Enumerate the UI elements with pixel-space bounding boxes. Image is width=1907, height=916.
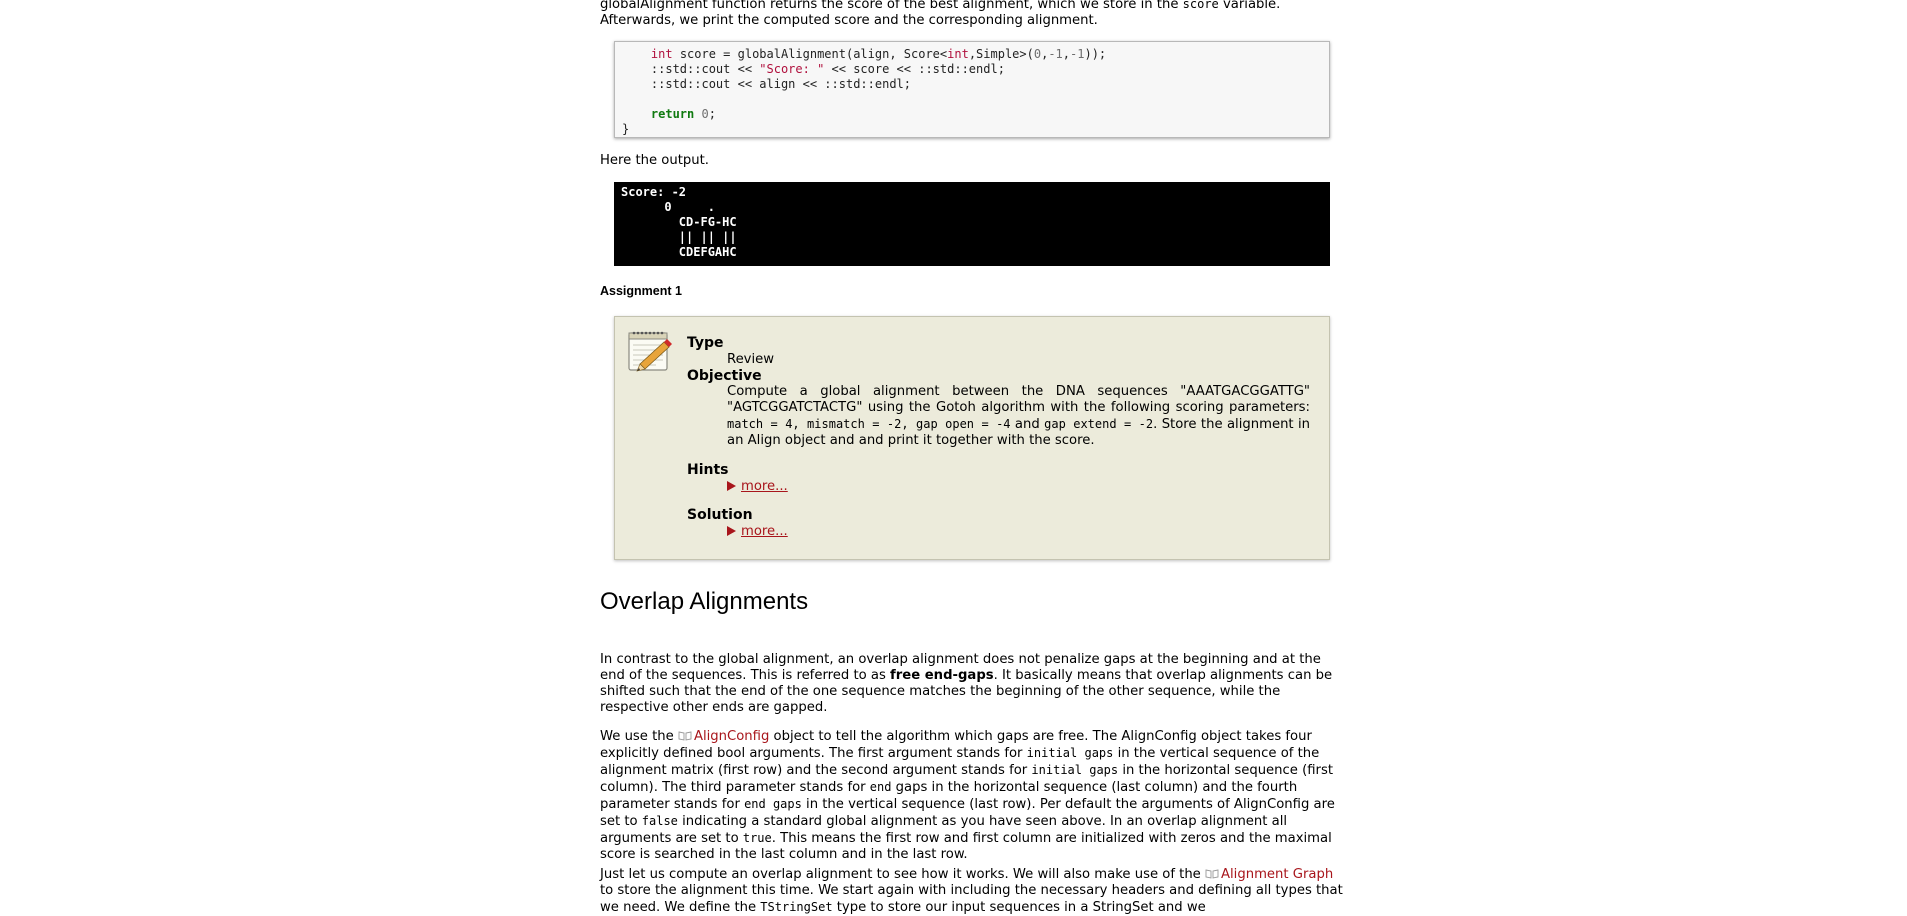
output-line: 0 . (621, 200, 715, 214)
code-text: << score << ::std::endl; (824, 62, 1005, 76)
output-line: CD-FG-HC (621, 215, 737, 229)
expand-triangle-icon (727, 526, 736, 536)
code-keyword: return (650, 107, 695, 121)
inline-code: true (742, 831, 772, 845)
objective-part: and (1010, 417, 1045, 432)
inline-code: end gaps (744, 797, 802, 811)
hints-label: Hints (687, 462, 729, 478)
expand-triangle-icon (727, 481, 736, 491)
assignment-box: Type Review Objective Compute a global a… (614, 316, 1330, 560)
inline-code: end (869, 780, 892, 794)
hints-more-text: more... (741, 479, 788, 494)
paragraph-text: Just let us compute an overlap alignment… (600, 867, 1205, 882)
code-text: ::std::cout << align << ::std::endl; (650, 77, 911, 91)
code-text: )); (1084, 47, 1107, 61)
section-heading: Overlap Alignments (600, 588, 809, 615)
intro-text: globalAlignment function returns the sco… (600, 0, 1183, 12)
solution-label: Solution (687, 507, 753, 523)
inline-code: false (641, 814, 678, 828)
output-line: CDEFGAHC (621, 245, 737, 259)
code-keyword: int (650, 47, 673, 61)
hints-more-link[interactable]: more... (727, 479, 788, 494)
paragraph-text: type to store our input sequences in a S… (832, 900, 1206, 915)
notepad-pencil-icon (628, 331, 672, 372)
inline-code: initial gaps (1031, 763, 1119, 777)
alignment-graph-link[interactable]: Alignment Graph (1205, 867, 1333, 882)
output-line: || || || (621, 230, 737, 244)
type-label: Type (687, 335, 724, 351)
book-icon (678, 731, 692, 741)
alignconfig-paragraph: We use the AlignConfig object to tell th… (600, 729, 1346, 863)
link-text: AlignConfig (693, 729, 770, 744)
objective-text: Compute a global alignment between the D… (727, 384, 1310, 449)
code-keyword: int (947, 47, 969, 61)
assignment-title: Assignment 1 (600, 284, 682, 298)
inline-code: gap extend = -2 (1044, 417, 1154, 431)
code-string: "Score: " (759, 62, 825, 76)
objective-label: Objective (687, 368, 762, 384)
output-block: Score: -2 0 . CD-FG-HC || || || CDEFGAHC (614, 182, 1330, 266)
link-text: Alignment Graph (1220, 867, 1334, 882)
type-value: Review (727, 352, 775, 367)
code-text: } (622, 122, 630, 136)
intro-text: Afterwards, we print the computed score … (600, 13, 1098, 28)
code-number: 0 (1033, 47, 1042, 61)
hints-content: more... (727, 479, 1310, 495)
solution-more-text: more... (741, 524, 788, 539)
book-icon (1205, 869, 1219, 879)
code-text: score = globalAlignment(align, Score< (672, 47, 948, 61)
inline-code: TStringSet (760, 900, 833, 914)
paragraph-text: We use the (600, 729, 678, 744)
code-number: -1 (1048, 47, 1063, 61)
overlap-intro-paragraph: In contrast to the global alignment, an … (600, 652, 1346, 716)
bold-term: free end-gaps (890, 668, 994, 683)
code-text: ::std::cout << (650, 62, 760, 76)
intro-text: variable. (1218, 0, 1281, 12)
code-text: ; (708, 107, 716, 121)
alignconfig-link[interactable]: AlignConfig (678, 729, 769, 744)
code-text: , (1062, 47, 1071, 61)
code-text: ,Simple>( (968, 47, 1034, 61)
code-number: 0 (701, 107, 709, 121)
code-block: int score = globalAlignment(align, Score… (614, 41, 1330, 138)
inline-code: initial gaps (1026, 746, 1114, 760)
solution-content: more... (727, 524, 1310, 540)
objective-part: Compute a global alignment between the D… (727, 384, 1310, 415)
code-number: -1 (1070, 47, 1085, 61)
inline-code: match = 4, mismatch = -2, gap open = -4 (727, 417, 1011, 431)
inline-code: score (1182, 0, 1219, 11)
solution-more-link[interactable]: more... (727, 524, 788, 539)
output-line: Score: -2 (621, 185, 687, 199)
intro-paragraph: globalAlignment function returns the sco… (600, 0, 1346, 29)
output-label: Here the output. (600, 153, 709, 168)
